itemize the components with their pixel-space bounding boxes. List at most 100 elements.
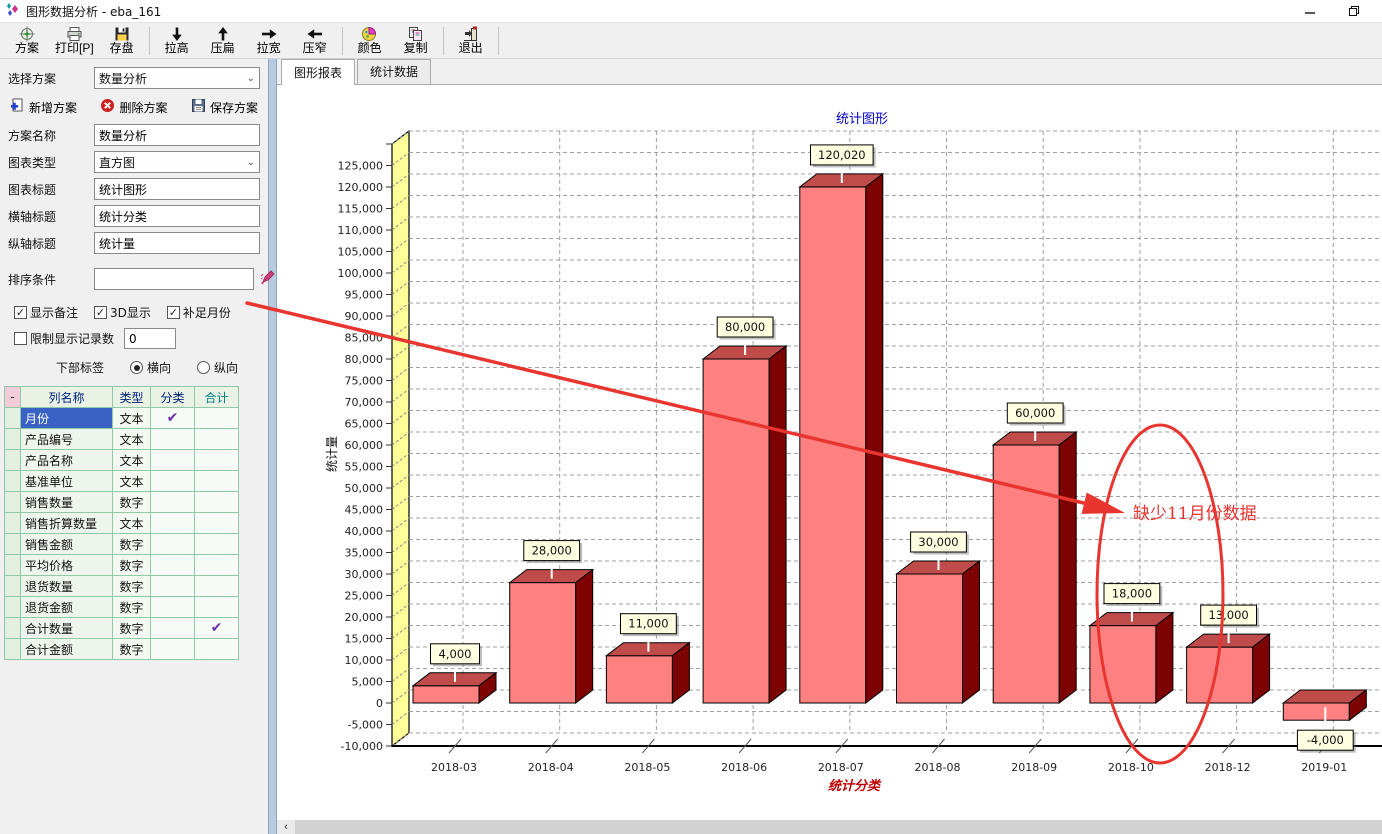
total-check-cell[interactable]	[195, 408, 239, 429]
total-check-cell[interactable]	[195, 639, 239, 660]
toolbar-button-label: 压窄	[303, 42, 327, 55]
category-check-cell[interactable]	[151, 429, 195, 450]
toolbar-button-print[interactable]: 打印[P]	[50, 24, 99, 57]
restore-icon[interactable]	[1345, 3, 1363, 19]
row-selector[interactable]	[5, 450, 21, 471]
row-selector[interactable]	[5, 597, 21, 618]
tab-graph-report[interactable]: 图形报表	[281, 59, 355, 85]
row-selector[interactable]	[5, 429, 21, 450]
radio-horizontal[interactable]: 横向	[130, 359, 171, 376]
total-check-cell[interactable]	[195, 492, 239, 513]
column-name-cell[interactable]: 合计数量	[21, 618, 113, 639]
table-row[interactable]: 月份文本✔	[5, 408, 239, 429]
scrollbar-track[interactable]	[295, 820, 1382, 834]
toolbar-button-squash-flat[interactable]: 压扁	[200, 24, 246, 57]
table-row[interactable]: 基准单位文本	[5, 471, 239, 492]
category-check-cell[interactable]	[151, 450, 195, 471]
minimize-icon[interactable]	[1301, 3, 1319, 19]
column-header[interactable]: 列名称	[21, 387, 113, 408]
table-row[interactable]: 销售数量数字	[5, 492, 239, 513]
row-selector[interactable]	[5, 639, 21, 660]
total-check-cell[interactable]	[195, 429, 239, 450]
row-selector[interactable]	[5, 618, 21, 639]
row-selector[interactable]	[5, 534, 21, 555]
category-check-cell[interactable]	[151, 471, 195, 492]
column-header[interactable]: 类型	[113, 387, 151, 408]
column-name-cell[interactable]: 月份	[21, 408, 113, 429]
toolbar-button-squash-narrow[interactable]: 压窄	[292, 24, 338, 57]
column-name-cell[interactable]: 销售折算数量	[21, 513, 113, 534]
table-row[interactable]: 产品名称文本	[5, 450, 239, 471]
tab-statistics-data[interactable]: 统计数据	[357, 59, 431, 84]
category-check-cell[interactable]	[151, 534, 195, 555]
table-row[interactable]: 销售折算数量文本	[5, 513, 239, 534]
add-scheme-button[interactable]: 新增方案	[10, 98, 77, 116]
row-selector[interactable]	[5, 471, 21, 492]
column-name-cell[interactable]: 退货金额	[21, 597, 113, 618]
category-check-cell[interactable]	[151, 513, 195, 534]
total-check-cell[interactable]	[195, 576, 239, 597]
toolbar-button-copy[interactable]: 复制	[393, 24, 439, 57]
column-name-cell[interactable]: 基准单位	[21, 471, 113, 492]
toolbar-button-stretch-tall[interactable]: 拉高	[154, 24, 200, 57]
total-check-cell[interactable]	[195, 513, 239, 534]
table-row[interactable]: 退货数量数字	[5, 576, 239, 597]
total-check-cell[interactable]	[195, 534, 239, 555]
category-check-cell[interactable]	[151, 618, 195, 639]
column-name-cell[interactable]: 销售数量	[21, 492, 113, 513]
table-row[interactable]: 销售金额数字	[5, 534, 239, 555]
column-header[interactable]: 合计	[195, 387, 239, 408]
row-selector[interactable]	[5, 513, 21, 534]
xaxis-title-input[interactable]	[94, 205, 260, 227]
table-row[interactable]: 合计数量数字✔	[5, 618, 239, 639]
column-name-cell[interactable]: 产品编号	[21, 429, 113, 450]
table-row[interactable]: 退货金额数字	[5, 597, 239, 618]
chart-type-select[interactable]: 直方图 ⌄	[94, 151, 260, 173]
category-check-cell[interactable]	[151, 492, 195, 513]
total-check-cell[interactable]	[195, 471, 239, 492]
toolbar-button-exit[interactable]: 退出	[448, 24, 494, 57]
category-check-cell[interactable]	[151, 639, 195, 660]
sort-input[interactable]	[94, 268, 254, 290]
toolbar-button-stretch-wide[interactable]: 拉宽	[246, 24, 292, 57]
checkbox-show-notes[interactable]: 显示备注	[14, 304, 78, 321]
table-row[interactable]: 合计金额数字	[5, 639, 239, 660]
checkbox-limit-records[interactable]: 限制显示记录数	[14, 330, 114, 347]
limit-records-input[interactable]	[124, 328, 176, 349]
category-check-cell[interactable]	[151, 576, 195, 597]
table-row[interactable]: 产品编号文本	[5, 429, 239, 450]
column-header[interactable]: 分类	[151, 387, 195, 408]
toolbar-button-color[interactable]: 颜色	[347, 24, 393, 57]
radio-vertical[interactable]: 纵向	[197, 359, 238, 376]
toolbar-button-save[interactable]: 存盘	[99, 24, 145, 57]
total-check-cell[interactable]	[195, 450, 239, 471]
row-selector[interactable]	[5, 555, 21, 576]
scroll-left-arrow-icon[interactable]: ‹	[277, 820, 295, 834]
row-selector[interactable]	[5, 492, 21, 513]
delete-scheme-button[interactable]: 删除方案	[100, 98, 167, 116]
total-check-cell[interactable]	[195, 555, 239, 576]
row-selector[interactable]	[5, 576, 21, 597]
total-check-cell[interactable]: ✔	[195, 618, 239, 639]
panel-splitter[interactable]	[268, 59, 277, 834]
column-name-cell[interactable]: 退货数量	[21, 576, 113, 597]
column-name-cell[interactable]: 平均价格	[21, 555, 113, 576]
row-selector[interactable]	[5, 408, 21, 429]
scheme-name-input[interactable]	[94, 124, 260, 146]
checkbox-fill-months[interactable]: 补足月份	[167, 304, 231, 321]
column-name-cell[interactable]: 合计金额	[21, 639, 113, 660]
category-check-cell[interactable]	[151, 597, 195, 618]
horizontal-scrollbar[interactable]: ‹	[277, 820, 1382, 834]
chart-title-input[interactable]	[94, 178, 260, 200]
total-check-cell[interactable]	[195, 597, 239, 618]
yaxis-title-input[interactable]	[94, 232, 260, 254]
table-row[interactable]: 平均价格数字	[5, 555, 239, 576]
category-check-cell[interactable]	[151, 555, 195, 576]
toolbar-button-plan[interactable]: 方案	[4, 24, 50, 57]
category-check-cell[interactable]: ✔	[151, 408, 195, 429]
scheme-select[interactable]: 数量分析 ⌄	[94, 67, 260, 89]
column-name-cell[interactable]: 销售金额	[21, 534, 113, 555]
checkbox-3d-display[interactable]: 3D显示	[94, 304, 151, 321]
save-scheme-button[interactable]: 保存方案	[191, 98, 258, 116]
column-name-cell[interactable]: 产品名称	[21, 450, 113, 471]
